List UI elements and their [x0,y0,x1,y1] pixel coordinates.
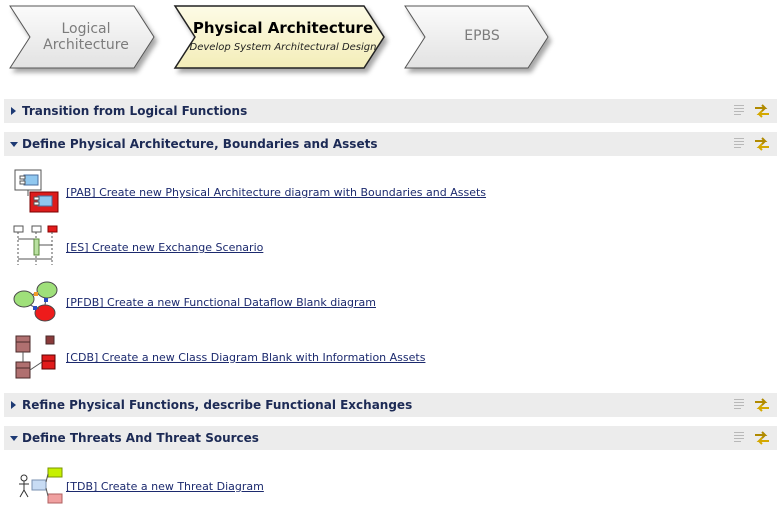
section-title[interactable]: Transition from Logical Functions [22,104,247,118]
document-lines-icon [734,399,744,409]
crumb-physical-title[interactable]: Physical Architecture [186,19,380,37]
sync-arrows-icon[interactable] [753,396,771,414]
section-refine-physical-functions[interactable]: Refine Physical Functions, describe Func… [4,393,777,417]
create-pab-link[interactable]: [PAB] Create new Physical Architecture d… [66,186,486,199]
section-define-physical-architecture[interactable]: Define Physical Architecture, Boundaries… [4,132,777,156]
collapse-arrow-icon[interactable] [10,142,18,147]
collapse-arrow-icon[interactable] [10,436,18,441]
section-title[interactable]: Refine Physical Functions, describe Func… [22,398,412,412]
crumb-epbs-label[interactable]: EPBS [412,28,552,44]
crumb-logical-label[interactable]: Logical Architecture [20,21,152,53]
create-pfdb-link[interactable]: [PFDB] Create a new Functional Dataflow … [66,296,376,309]
class-diagram-icon[interactable] [12,334,60,380]
physical-architecture-diagram-icon[interactable] [12,168,60,214]
document-lines-icon [734,138,744,148]
create-tdb-link[interactable]: [TDB] Create a new Threat Diagram [66,480,264,493]
functional-dataflow-icon[interactable] [12,280,60,322]
create-es-link[interactable]: [ES] Create new Exchange Scenario [66,241,263,254]
sync-arrows-icon[interactable] [753,135,771,153]
crumb-physical-shape[interactable] [173,5,385,69]
crumb-physical-subtitle: Develop System Architectural Design [189,42,377,53]
crumb-logical-line1: Logical [61,21,111,37]
crumb-logical-line2: Architecture [43,37,129,53]
process-breadcrumb: Logical Architecture Physical Architectu… [0,0,778,82]
section-title[interactable]: Define Threats And Threat Sources [22,431,259,445]
threat-diagram-icon[interactable] [12,466,64,506]
expand-arrow-icon[interactable] [11,401,16,409]
exchange-scenario-icon[interactable] [12,225,60,267]
sync-arrows-icon[interactable] [753,102,771,120]
section-define-threats[interactable]: Define Threats And Threat Sources [4,426,777,450]
expand-arrow-icon[interactable] [11,107,16,115]
document-lines-icon [734,432,744,442]
create-cdb-link[interactable]: [CDB] Create a new Class Diagram Blank w… [66,351,425,364]
section-transition-logical-functions[interactable]: Transition from Logical Functions [4,99,777,123]
sync-arrows-icon[interactable] [753,429,771,447]
document-lines-icon [734,105,744,115]
section-title[interactable]: Define Physical Architecture, Boundaries… [22,137,377,151]
